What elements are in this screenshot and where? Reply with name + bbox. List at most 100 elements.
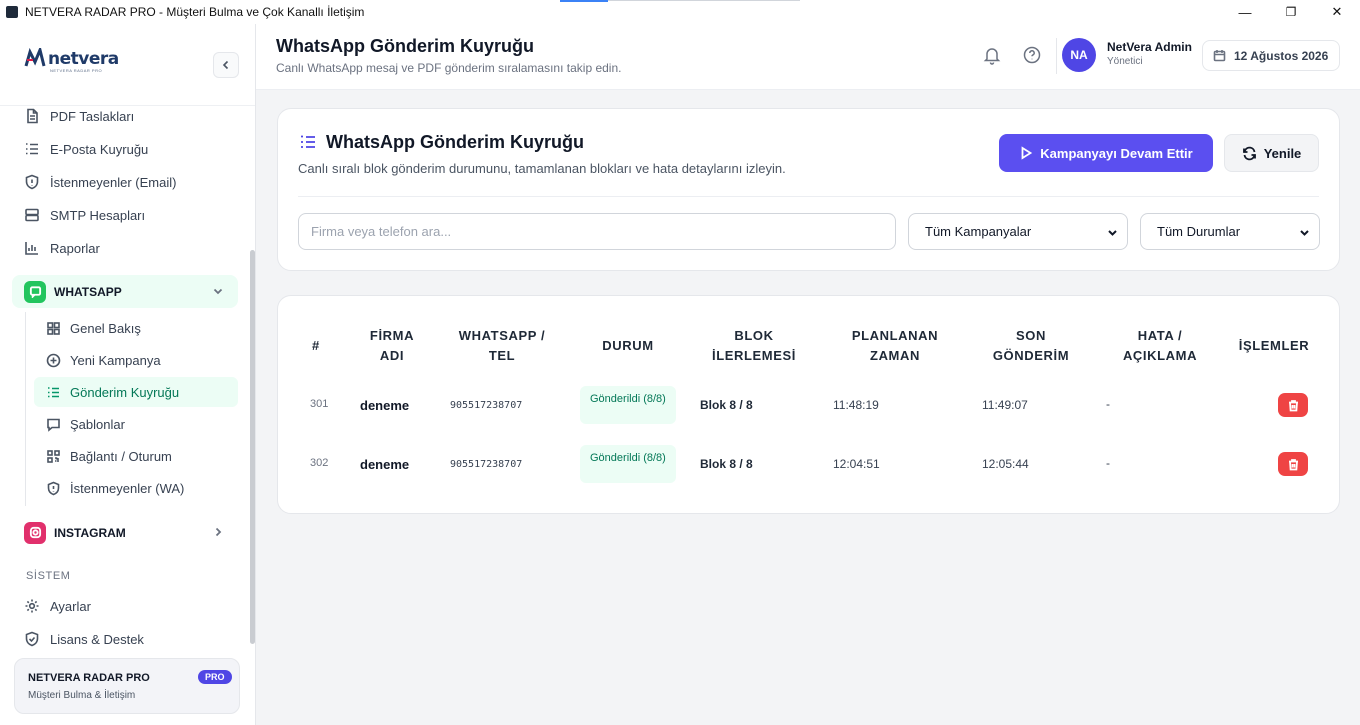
instagram-icon bbox=[24, 521, 46, 544]
cell-error: - bbox=[1106, 397, 1110, 411]
play-icon bbox=[1021, 146, 1033, 160]
column-header-id: # bbox=[312, 338, 320, 353]
search-input[interactable] bbox=[298, 213, 896, 250]
app-icon bbox=[6, 6, 18, 18]
collapse-sidebar-button[interactable] bbox=[213, 52, 239, 78]
cell-firm: deneme bbox=[360, 457, 410, 472]
server-icon bbox=[24, 207, 40, 223]
sidebar-item-smtp-accounts[interactable]: SMTP Hesapları bbox=[14, 200, 238, 230]
refresh-label: Yenile bbox=[1263, 145, 1302, 161]
chevron-left-icon bbox=[222, 60, 229, 70]
cell-planned: 12:04:51 bbox=[833, 457, 880, 471]
sidebar-item-wa-templates[interactable]: Şablonlar bbox=[34, 409, 238, 439]
sidebar-item-label: Ayarlar bbox=[50, 598, 91, 614]
resume-campaign-button[interactable]: Kampanyayı Devam Ettir bbox=[999, 134, 1213, 172]
column-header-error: HATA / AÇIKLAMA bbox=[1122, 328, 1198, 363]
user-role: Yönetici bbox=[1107, 56, 1143, 67]
window-titlebar: NETVERA RADAR PRO - Müşteri Bulma ve Çok… bbox=[0, 0, 1360, 24]
sidebar-item-wa-connection[interactable]: Bağlantı / Oturum bbox=[34, 441, 238, 471]
window-title: NETVERA RADAR PRO - Müşteri Bulma ve Çok… bbox=[25, 5, 365, 19]
plus-circle-icon bbox=[46, 353, 61, 368]
refresh-icon bbox=[1242, 146, 1256, 160]
sidebar-item-label: PDF Taslakları bbox=[50, 108, 135, 124]
sidebar-item-label: Lisans & Destek bbox=[50, 631, 144, 647]
grid-icon bbox=[46, 321, 61, 336]
cell-progress: Blok 8 / 8 bbox=[700, 398, 753, 412]
shield-check-icon bbox=[24, 631, 40, 647]
logo-text: netvera bbox=[48, 49, 119, 69]
chevron-right-icon bbox=[212, 525, 224, 537]
campaign-filter-value: Tüm Kampanyalar bbox=[925, 224, 1032, 239]
cell-last-sent: 12:05:44 bbox=[982, 457, 1029, 471]
sidebar-scrollbar[interactable] bbox=[250, 250, 255, 644]
shield-icon bbox=[46, 481, 61, 496]
status-badge: Gönderildi (8/8) bbox=[580, 386, 676, 424]
message-icon bbox=[46, 417, 61, 432]
trash-icon bbox=[1288, 399, 1298, 411]
delete-button[interactable] bbox=[1278, 452, 1308, 476]
logo-mark-icon bbox=[24, 45, 46, 70]
logo: netvera NETVERA RADAR PRO bbox=[24, 45, 119, 73]
sidebar-item-reports[interactable]: Raporlar bbox=[14, 233, 238, 263]
avatar[interactable]: NA bbox=[1062, 38, 1096, 72]
sidebar-item-settings[interactable]: Ayarlar bbox=[14, 591, 238, 621]
sidebar: netvera NETVERA RADAR PRO PDF Taslakları… bbox=[0, 24, 256, 725]
gear-icon bbox=[24, 598, 40, 614]
header-divider bbox=[1056, 38, 1057, 74]
sidebar-group-instagram[interactable]: INSTAGRAM bbox=[12, 516, 238, 549]
pro-card-name: NETVERA RADAR PRO bbox=[28, 672, 150, 684]
cell-planned: 11:48:19 bbox=[833, 398, 879, 412]
date-display[interactable]: 12 Ağustos 2026 bbox=[1202, 40, 1340, 71]
column-header-actions: İŞLEMLER bbox=[1238, 338, 1310, 353]
cell-phone: 905517238707 bbox=[450, 459, 523, 470]
trash-icon bbox=[1288, 458, 1298, 470]
sidebar-subitem-label: Bağlantı / Oturum bbox=[70, 448, 172, 464]
sidebar-subitem-label: İstenmeyenler (WA) bbox=[70, 480, 185, 496]
status-filter-select[interactable]: Tüm Durumlar bbox=[1140, 213, 1320, 250]
card-title: WhatsApp Gönderim Kuyruğu bbox=[326, 132, 584, 152]
campaign-filter-select[interactable]: Tüm Kampanyalar bbox=[908, 213, 1128, 250]
sidebar-item-email-queue[interactable]: E-Posta Kuyruğu bbox=[14, 134, 238, 164]
chevron-down-icon bbox=[1108, 230, 1117, 236]
resume-campaign-label: Kampanyayı Devam Ettir bbox=[1040, 145, 1193, 161]
sidebar-item-pdf-drafts[interactable]: PDF Taslakları bbox=[14, 101, 238, 131]
page-subtitle: Canlı WhatsApp mesaj ve PDF gönderim sır… bbox=[276, 61, 622, 75]
group-label: INSTAGRAM bbox=[54, 525, 126, 540]
delete-button[interactable] bbox=[1278, 393, 1308, 417]
sidebar-item-label: E-Posta Kuyruğu bbox=[50, 141, 149, 157]
file-icon bbox=[24, 108, 40, 124]
sidebar-item-wa-new-campaign[interactable]: Yeni Kampanya bbox=[34, 345, 238, 375]
titlebar-accent-line bbox=[608, 0, 800, 1]
sidebar-item-email-blocklist[interactable]: İstenmeyenler (Email) bbox=[14, 167, 238, 197]
chart-icon bbox=[24, 240, 40, 256]
help-icon[interactable] bbox=[1022, 45, 1042, 65]
whatsapp-icon bbox=[24, 280, 46, 303]
shield-icon bbox=[24, 174, 40, 190]
sidebar-group-whatsapp[interactable]: WHATSAPP bbox=[12, 275, 238, 308]
sidebar-item-wa-send-queue[interactable]: Gönderim Kuyruğu bbox=[34, 377, 238, 407]
user-name: NetVera Admin bbox=[1107, 40, 1192, 54]
refresh-button[interactable]: Yenile bbox=[1224, 134, 1319, 172]
column-header-firm: FİRMA ADI bbox=[369, 328, 415, 363]
sidebar-item-label: İstenmeyenler (Email) bbox=[50, 174, 177, 190]
maximize-button[interactable]: ❐ bbox=[1268, 0, 1314, 24]
cell-id: 302 bbox=[310, 457, 329, 469]
sidebar-item-wa-overview[interactable]: Genel Bakış bbox=[34, 313, 238, 343]
logo-area: netvera NETVERA RADAR PRO bbox=[0, 24, 255, 106]
sidebar-subitem-label: Gönderim Kuyruğu bbox=[70, 384, 180, 400]
close-button[interactable]: ✕ bbox=[1314, 0, 1360, 24]
sidebar-subitem-label: Yeni Kampanya bbox=[70, 352, 161, 368]
sidebar-item-license-support[interactable]: Lisans & Destek bbox=[14, 624, 238, 654]
calendar-icon bbox=[1213, 50, 1226, 62]
cell-error: - bbox=[1106, 456, 1110, 470]
card-subtitle: Canlı sıralı blok gönderim durumunu, tam… bbox=[298, 161, 786, 176]
page-header: WhatsApp Gönderim Kuyruğu Canlı WhatsApp… bbox=[256, 24, 1360, 90]
titlebar-accent bbox=[560, 0, 608, 2]
minimize-button[interactable]: — bbox=[1222, 0, 1268, 24]
bell-icon[interactable] bbox=[982, 45, 1002, 65]
sidebar-item-wa-blocklist[interactable]: İstenmeyenler (WA) bbox=[34, 473, 238, 503]
section-label-system: SİSTEM bbox=[26, 570, 71, 582]
column-header-planned: PLANLANAN ZAMAN bbox=[851, 328, 939, 363]
cell-phone: 905517238707 bbox=[450, 400, 523, 411]
sidebar-item-label: SMTP Hesapları bbox=[50, 207, 146, 223]
